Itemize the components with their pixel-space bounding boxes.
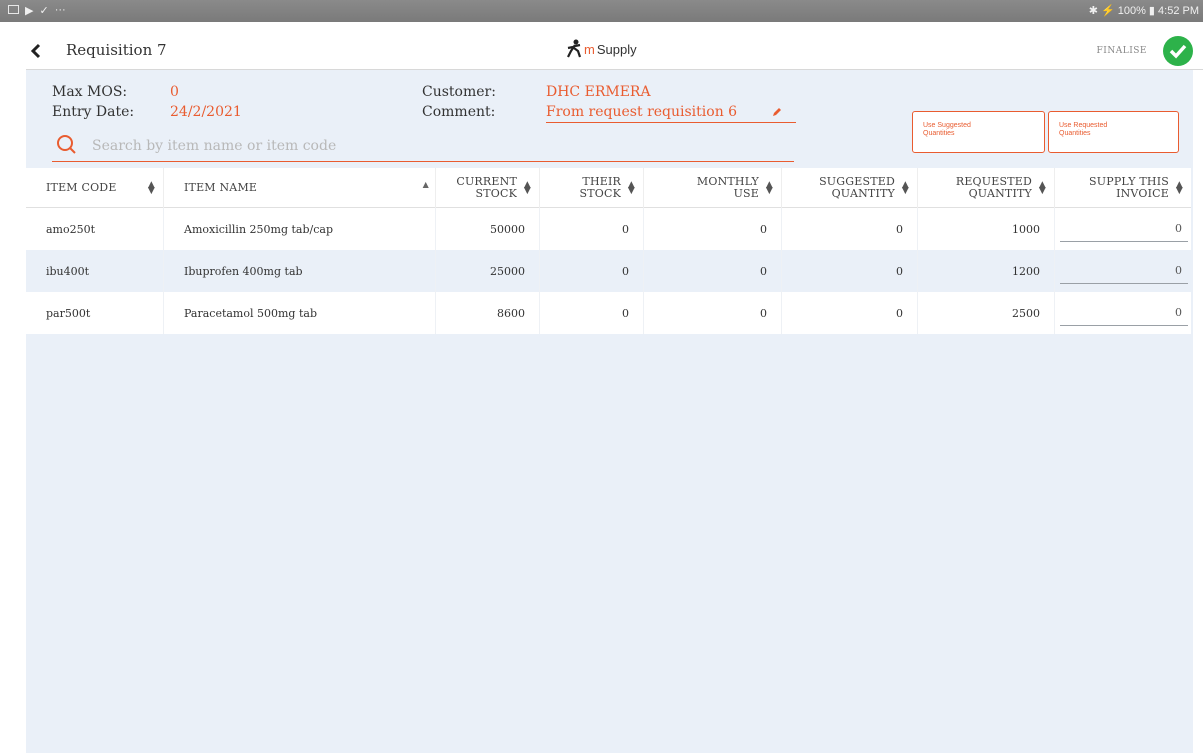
comment-label: Comment: [422,104,496,120]
status-bar-notifications: ▶ ✓ ··· [8,4,66,17]
cell-monthly-use: 0 [644,208,782,250]
column-label-group: SUPPLY THIS INVOICE [1089,176,1169,200]
cell-current-stock: 50000 [436,208,540,250]
entry-date-value: 24/2/2021 [170,104,242,120]
finalise-label[interactable]: FINALISE [1097,46,1147,56]
column-header-item-name[interactable]: ITEM NAME ▲ [164,168,436,208]
search-input[interactable] [92,135,782,157]
cell-item-name: Amoxicillin 250mg tab/cap [164,208,436,250]
column-header-current-stock[interactable]: CURRENT STOCK ▲ ▼ [436,168,540,208]
column-header-monthly-use[interactable]: MONTHLY USE ▲ ▼ [644,168,782,208]
sort-ascending-icon: ▲ [422,180,429,189]
max-mos-value: 0 [170,84,179,100]
gallery-icon [8,5,19,14]
more-dots: ··· [54,4,66,16]
app-header: Requisition 7 m Supply FINALISE [26,34,1203,70]
entry-date-label: Entry Date: [52,104,135,120]
cell-item-code: par500t [26,292,164,334]
sort-icon: ▲ ▼ [1038,180,1046,196]
search-icon [57,135,76,154]
use-requested-quantities-button[interactable]: Use Requested Quantities [1048,111,1179,153]
table-header: ITEM CODE ▲ ▼ ITEM NAME ▲ CURRENT STOCK ▲ ▼… [26,168,1191,208]
cell-their-stock: 0 [540,250,644,292]
column-header-item-code[interactable]: ITEM CODE ▲ ▼ [26,168,164,208]
cell-monthly-use: 0 [644,250,782,292]
cell-suggested-quantity: 0 [782,250,918,292]
cell-item-name: Ibuprofen 400mg tab [164,250,436,292]
column-label: ITEM NAME [184,181,258,194]
cell-supply-this-invoice [1055,250,1191,292]
column-label-group: SUGGESTED QUANTITY [819,176,895,200]
supply-quantity-input[interactable] [1060,258,1188,284]
cell-supply-this-invoice [1055,208,1191,250]
cell-suggested-quantity: 0 [782,208,918,250]
logo-text-m: m [584,41,595,57]
cell-requested-quantity: 1000 [918,208,1055,250]
sort-icon: ▲ ▼ [765,180,773,196]
cell-item-name: Paracetamol 500mg tab [164,292,436,334]
table-row[interactable]: par500t Paracetamol 500mg tab 8600 0 0 0… [26,292,1191,334]
column-label-line2: STOCK [579,187,621,200]
column-header-suggested-quantity[interactable]: SUGGESTED QUANTITY ▲ ▼ [782,168,918,208]
use-suggested-line2: Quantities [923,130,955,137]
check-icon [1169,44,1187,59]
cell-monthly-use: 0 [644,292,782,334]
cell-their-stock: 0 [540,208,644,250]
table-row[interactable]: ibu400t Ibuprofen 400mg tab 25000 0 0 0 … [26,250,1191,292]
column-label-line2: USE [733,187,759,200]
play-icon: ▶ [25,5,34,17]
sort-icon: ▲ ▼ [901,180,909,196]
status-bar-system-info: ✱ ⚡ 100% ▮ 4:52 PM [1088,5,1199,17]
chevron-left-icon [30,43,41,59]
sort-icon: ▲ ▼ [523,180,531,196]
cell-their-stock: 0 [540,292,644,334]
column-label-group: CURRENT STOCK [456,176,517,200]
table-row[interactable]: amo250t Amoxicillin 250mg tab/cap 50000 … [26,208,1191,250]
customer-label: Customer: [422,84,496,100]
running-man-icon [567,39,582,58]
customer-value: DHC ERMERA [546,84,651,100]
cell-item-code: ibu400t [26,250,164,292]
system-status-bar: ▶ ✓ ··· ✱ ⚡ 100% ▮ 4:52 PM [0,0,1203,22]
pencil-icon[interactable] [771,106,783,118]
cell-supply-this-invoice [1055,292,1191,334]
cell-current-stock: 25000 [436,250,540,292]
checkmark-icon: ✓ [39,5,49,17]
column-header-their-stock[interactable]: THEIR STOCK ▲ ▼ [540,168,644,208]
max-mos-label: Max MOS: [52,84,128,100]
use-suggested-line1: Use Suggested [923,122,971,129]
sort-icon: ▲ ▼ [627,180,635,196]
column-header-requested-quantity[interactable]: REQUESTED QUANTITY ▲ ▼ [918,168,1055,208]
cell-requested-quantity: 2500 [918,292,1055,334]
column-header-supply-this-invoice[interactable]: SUPPLY THIS INVOICE ▲ ▼ [1055,168,1191,208]
use-requested-line1: Use Requested [1059,122,1108,129]
column-label-group: MONTHLY USE [697,176,759,200]
supply-quantity-input[interactable] [1060,300,1188,326]
search-bar [52,132,794,162]
column-label-line2: INVOICE [1116,187,1169,200]
page-title: Requisition 7 [66,41,167,59]
cell-requested-quantity: 1200 [918,250,1055,292]
column-label-group: REQUESTED QUANTITY [956,176,1032,200]
sort-icon: ▲ ▼ [147,180,155,196]
column-label-line2: QUANTITY [831,187,895,200]
finalise-button[interactable] [1163,36,1193,66]
column-label: ITEM CODE [46,181,117,194]
sort-icon: ▲ ▼ [1175,180,1183,196]
cell-suggested-quantity: 0 [782,292,918,334]
comment-field[interactable]: From request requisition 6 [546,104,796,123]
column-label-line2: STOCK [475,187,517,200]
column-label-group: THEIR STOCK [579,176,621,200]
msupply-logo: m Supply [566,39,637,59]
cell-item-code: amo250t [26,208,164,250]
cell-current-stock: 8600 [436,292,540,334]
logo-text-supply: Supply [596,41,637,57]
requisition-items-table: ITEM CODE ▲ ▼ ITEM NAME ▲ CURRENT STOCK ▲ ▼… [26,168,1191,334]
supply-quantity-input[interactable] [1060,216,1188,242]
use-suggested-quantities-button[interactable]: Use Suggested Quantities [912,111,1045,153]
column-label-line2: QUANTITY [968,187,1032,200]
use-requested-line2: Quantities [1059,130,1091,137]
back-button[interactable] [26,40,46,62]
